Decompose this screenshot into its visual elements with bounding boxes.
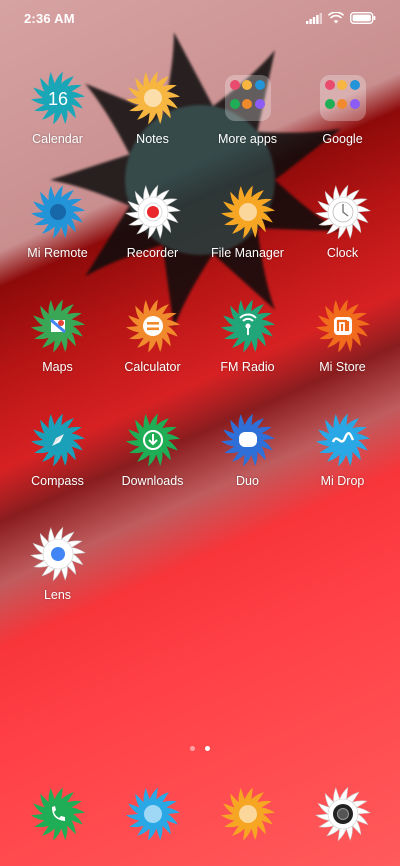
app-label: More apps xyxy=(217,132,278,146)
app-label: Recorder xyxy=(126,246,179,260)
google-folder-icon xyxy=(315,70,371,126)
app-mi-drop[interactable]: Mi Drop xyxy=(295,412,390,526)
app-label: Calendar xyxy=(32,132,83,146)
compass-icon xyxy=(30,412,86,468)
app-label: Mi Store xyxy=(319,360,366,374)
app-label: Clock xyxy=(326,246,359,260)
battery-icon xyxy=(350,12,376,24)
folder-mini-app-icon xyxy=(229,99,240,109)
page-indicator xyxy=(0,746,400,751)
app-label: Downloads xyxy=(121,474,184,488)
wifi-icon xyxy=(328,12,344,24)
app-calculator[interactable]: Calculator xyxy=(105,298,200,412)
app-label: Google xyxy=(322,132,363,146)
signal-icon xyxy=(306,12,322,24)
app-label: Mi Remote xyxy=(27,246,88,260)
more-apps-folder-icon xyxy=(220,70,276,126)
dock-browser[interactable] xyxy=(200,786,295,842)
app-google[interactable]: Google xyxy=(295,70,390,184)
app-compass[interactable]: Compass xyxy=(10,412,105,526)
app-label: Duo xyxy=(236,474,259,488)
svg-text:16: 16 xyxy=(47,89,67,109)
phone-icon xyxy=(30,786,86,842)
app-label: Calculator xyxy=(124,360,181,374)
folder-mini-app-icon xyxy=(324,99,335,109)
calendar-icon: 16 xyxy=(30,70,86,126)
dock-phone[interactable] xyxy=(10,786,105,842)
folder-mini-app-icon xyxy=(337,99,348,109)
app-label: File Manager xyxy=(211,246,284,260)
folder-mini-app-icon xyxy=(349,80,360,90)
messages-icon xyxy=(125,786,181,842)
app-label: Notes xyxy=(136,132,169,146)
dock xyxy=(10,786,390,842)
app-label: Maps xyxy=(42,360,73,374)
folder-mini-app-icon xyxy=(254,80,265,90)
app-maps[interactable]: Maps xyxy=(10,298,105,412)
app-duo[interactable]: Duo xyxy=(200,412,295,526)
app-label: FM Radio xyxy=(220,360,275,374)
app-calendar[interactable]: 16 Calendar xyxy=(10,70,105,184)
page-dot[interactable] xyxy=(190,746,195,751)
folder-mini-app-icon xyxy=(229,80,240,90)
mi-drop-icon xyxy=(315,412,371,468)
app-more-apps[interactable]: More apps xyxy=(200,70,295,184)
app-lens[interactable]: Lens xyxy=(10,526,105,640)
app-label: Mi Drop xyxy=(320,474,365,488)
app-recorder[interactable]: Recorder xyxy=(105,184,200,298)
file-manager-icon xyxy=(220,184,276,240)
app-label: Compass xyxy=(31,474,84,488)
dock-camera[interactable] xyxy=(295,786,390,842)
app-downloads[interactable]: Downloads xyxy=(105,412,200,526)
folder-mini-app-icon xyxy=(242,99,253,109)
camera-icon xyxy=(314,786,371,842)
browser-icon xyxy=(220,786,276,842)
app-file-manager[interactable]: File Manager xyxy=(200,184,295,298)
app-mi-remote[interactable]: Mi Remote xyxy=(10,184,105,298)
fm-radio-icon xyxy=(220,298,276,354)
folder-mini-app-icon xyxy=(337,80,348,90)
calculator-icon xyxy=(125,298,181,354)
folder-mini-app-icon xyxy=(324,80,335,90)
folder-mini-app-icon xyxy=(254,99,265,109)
app-grid: 16 Calendar Notes More apps Google Mi Remote R… xyxy=(10,70,390,640)
clock-icon xyxy=(314,184,371,240)
status-icons xyxy=(306,12,376,24)
lens-icon xyxy=(29,526,86,582)
duo-icon xyxy=(220,412,276,468)
notes-icon xyxy=(125,70,181,126)
downloads-icon xyxy=(125,412,181,468)
folder-mini-app-icon xyxy=(349,99,360,109)
folder-mini-app-icon xyxy=(242,80,253,90)
status-time: 2:36 AM xyxy=(24,10,75,26)
app-clock[interactable]: Clock xyxy=(295,184,390,298)
recorder-icon xyxy=(124,184,181,240)
dock-messages[interactable] xyxy=(105,786,200,842)
app-notes[interactable]: Notes xyxy=(105,70,200,184)
page-dot-active[interactable] xyxy=(205,746,210,751)
app-mi-store[interactable]: Mi Store xyxy=(295,298,390,412)
maps-icon xyxy=(30,298,86,354)
app-label: Lens xyxy=(43,588,72,602)
home-screen: 2:36 AM 16 Calendar Notes More apps Google Mi… xyxy=(0,0,400,866)
app-fm-radio[interactable]: FM Radio xyxy=(200,298,295,412)
status-bar: 2:36 AM xyxy=(0,0,400,36)
mi-store-icon xyxy=(315,298,371,354)
mi-remote-icon xyxy=(30,184,86,240)
